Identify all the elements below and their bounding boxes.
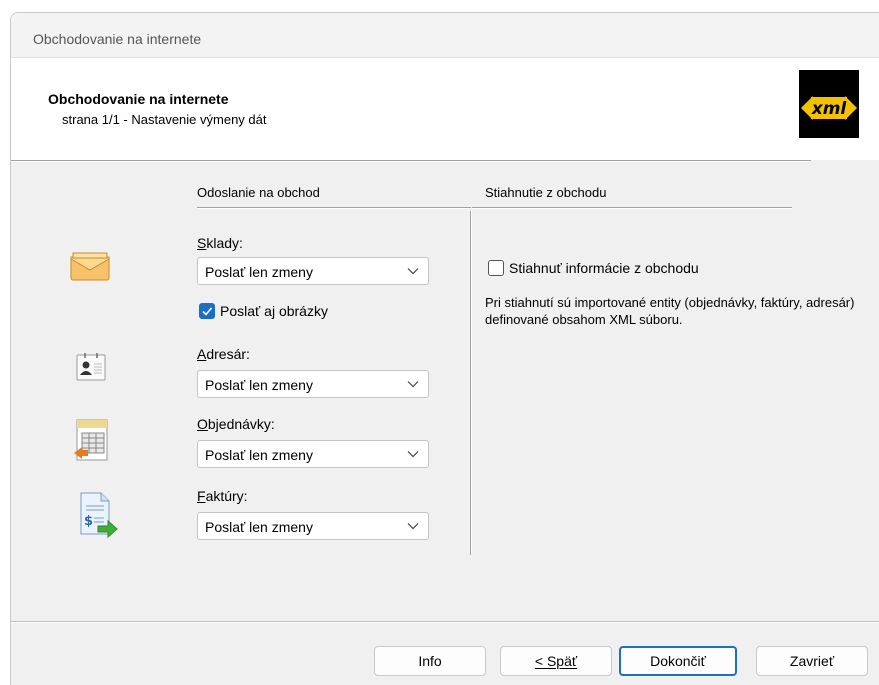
order-document-icon <box>73 419 111 466</box>
objednavky-select[interactable]: Poslať len zmeny <box>197 440 429 468</box>
chevron-down-icon <box>407 381 419 388</box>
back-button-label: < Späť <box>534 653 578 669</box>
wizard-header: Obchodovanie na internete strana 1/1 - N… <box>11 58 879 160</box>
xml-logo-icon: xml <box>799 70 859 138</box>
window-title: Obchodovanie na internete <box>33 31 202 47</box>
sklady-select-value: Poslať len zmeny <box>205 264 313 280</box>
download-info-checkbox[interactable]: Stiahnuť informácie z obchodu <box>488 260 699 276</box>
adresar-label: Adresár: <box>197 346 250 362</box>
faktury-select[interactable]: Poslať len zmeny <box>197 512 429 540</box>
page-title: Obchodovanie na internete <box>48 91 229 107</box>
info-button[interactable]: Info <box>374 646 486 676</box>
faktury-label: Faktúry: <box>197 488 248 504</box>
adresar-select-value: Poslať len zmeny <box>205 377 313 393</box>
contact-card-icon <box>76 352 106 385</box>
finish-button[interactable]: Dokončiť <box>619 646 737 676</box>
objednavky-select-value: Poslať len zmeny <box>205 447 313 463</box>
footer-divider <box>11 621 879 623</box>
back-button[interactable]: < Späť <box>500 646 612 676</box>
send-images-label: Poslať aj obrázky <box>220 303 328 319</box>
svg-text:$: $ <box>84 514 93 529</box>
package-icon <box>70 251 110 284</box>
upload-heading: Odoslanie na obchod <box>197 185 320 200</box>
checkbox-checked-icon <box>199 303 215 319</box>
faktury-select-value: Poslať len zmeny <box>205 519 313 535</box>
chevron-down-icon <box>407 268 419 275</box>
title-bar: Obchodovanie na internete <box>11 13 879 58</box>
page-subtitle: strana 1/1 - Nastavenie výmeny dát <box>62 112 267 127</box>
objednavky-label: Objednávky: <box>197 416 275 432</box>
sklady-label: Sklady: <box>197 235 243 251</box>
upload-heading-rule <box>197 207 471 209</box>
chevron-down-icon <box>407 451 419 458</box>
download-info-label: Stiahnuť informácie z obchodu <box>509 260 699 276</box>
adresar-select[interactable]: Poslať len zmeny <box>197 370 429 398</box>
checkbox-unchecked-icon <box>488 260 504 276</box>
chevron-down-icon <box>407 523 419 530</box>
download-description: Pri stiahnutí sú importované entity (obj… <box>485 295 855 327</box>
sklady-select[interactable]: Poslať len zmeny <box>197 257 429 285</box>
wizard-window: Obchodovanie na internete Obchodovanie n… <box>10 12 879 685</box>
send-images-checkbox[interactable]: Poslať aj obrázky <box>199 303 328 319</box>
close-button[interactable]: Zavrieť <box>756 646 868 676</box>
download-heading-rule <box>472 207 792 209</box>
download-heading: Stiahnutie z obchodu <box>485 185 607 200</box>
invoice-icon: $ <box>78 492 118 541</box>
column-separator <box>470 211 472 555</box>
logo-text: xml <box>811 99 848 119</box>
header-divider <box>11 160 811 162</box>
